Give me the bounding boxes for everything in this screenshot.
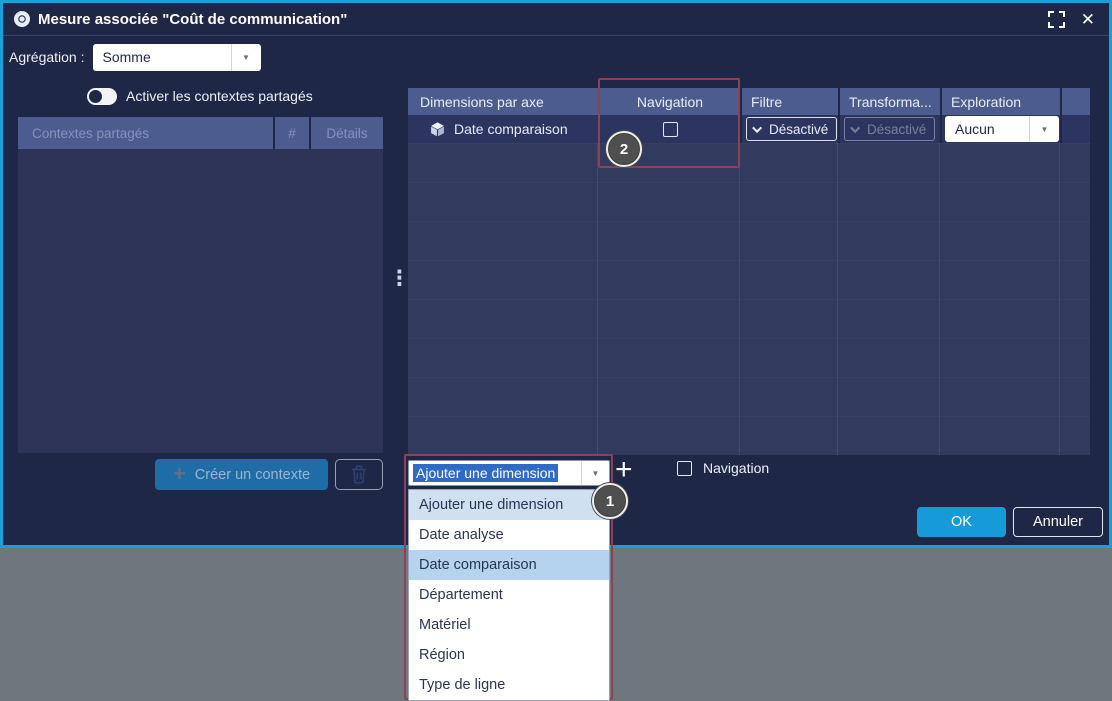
column-divider bbox=[1059, 143, 1060, 455]
dialog-title: Mesure associée "Coût de communication" bbox=[38, 11, 347, 28]
column-divider bbox=[939, 143, 940, 455]
column-header-empty bbox=[1060, 88, 1090, 115]
row-navigation-checkbox[interactable] bbox=[663, 122, 678, 137]
cancel-button[interactable]: Annuler bbox=[1013, 507, 1103, 537]
filtre-cell: Désactivé bbox=[740, 115, 838, 143]
transformation-value: Désactivé bbox=[867, 122, 926, 137]
navigation-option-row: Navigation bbox=[677, 460, 769, 476]
shared-contexts-toggle-row: Activer les contextes partagés bbox=[87, 85, 313, 107]
exploration-value: Aucun bbox=[945, 121, 1029, 137]
chevron-down-icon bbox=[752, 123, 762, 133]
dimension-name-cell: Date comparaison bbox=[408, 115, 598, 143]
app-logo-icon bbox=[13, 10, 31, 28]
annotation-step-1-circle: 1 bbox=[592, 483, 628, 519]
dropdown-option[interactable]: Ajouter une dimension bbox=[409, 490, 609, 520]
plus-icon: + bbox=[173, 463, 186, 485]
column-divider bbox=[739, 143, 740, 455]
dropdown-arrow-icon: ▼ bbox=[1029, 116, 1059, 142]
column-header-exploration: Exploration bbox=[940, 88, 1060, 115]
column-header-count: # bbox=[273, 117, 309, 149]
shared-contexts-toggle[interactable] bbox=[87, 88, 117, 105]
dimension-name: Date comparaison bbox=[454, 121, 568, 137]
empty-cell bbox=[1060, 115, 1090, 143]
dimension-row-date-comparaison[interactable]: Date comparaison Désactivé Désactivé bbox=[408, 115, 1090, 143]
ok-button[interactable]: OK bbox=[917, 507, 1006, 537]
maximize-icon[interactable] bbox=[1048, 11, 1065, 28]
create-context-label: Créer un contexte bbox=[195, 467, 310, 483]
delete-context-button[interactable] bbox=[335, 459, 383, 490]
add-dimension-value: Ajouter une dimension bbox=[413, 464, 558, 482]
create-context-button[interactable]: + Créer un contexte bbox=[155, 459, 328, 490]
column-header-transformation: Transforma... bbox=[838, 88, 940, 115]
navigation-checkbox-label: Navigation bbox=[703, 460, 769, 476]
window-buttons: ✕ bbox=[1048, 3, 1095, 36]
column-header-filtre: Filtre bbox=[740, 88, 838, 115]
add-dimension-button[interactable]: + bbox=[615, 454, 633, 486]
shared-contexts-table: Contextes partagés # Détails bbox=[18, 117, 383, 453]
dropdown-option[interactable]: Matériel bbox=[409, 610, 609, 640]
add-dimension-combobox[interactable]: Ajouter une dimension ▼ bbox=[408, 460, 610, 486]
transformation-dropdown-button: Désactivé bbox=[844, 117, 935, 141]
dimensions-table-body bbox=[408, 143, 1090, 455]
cube-icon bbox=[429, 121, 446, 138]
chevron-down-icon bbox=[850, 123, 860, 133]
dropdown-option[interactable]: Type de ligne bbox=[409, 670, 609, 700]
dropdown-option[interactable]: Département bbox=[409, 580, 609, 610]
column-header-details: Détails bbox=[309, 117, 383, 149]
aggregation-label: Agrégation : bbox=[9, 49, 85, 65]
column-divider bbox=[837, 143, 838, 455]
column-header-navigation: Navigation bbox=[598, 88, 740, 115]
aggregation-value: Somme bbox=[93, 49, 231, 65]
toggle-knob bbox=[89, 90, 102, 103]
dimensions-table-header: Dimensions par axe Navigation Filtre Tra… bbox=[408, 88, 1090, 115]
column-header-dimensions: Dimensions par axe bbox=[408, 88, 598, 115]
panel-drag-handle-icon[interactable]: ⋮ bbox=[389, 268, 410, 289]
navigation-checkbox[interactable] bbox=[677, 461, 692, 476]
transformation-cell: Désactivé bbox=[838, 115, 940, 143]
add-dimension-dropdown-list: Ajouter une dimension Date analyse Date … bbox=[408, 489, 610, 701]
shared-contexts-toggle-label: Activer les contextes partagés bbox=[126, 88, 313, 104]
measure-dialog: Mesure associée "Coût de communication" … bbox=[0, 0, 1112, 548]
column-header-contextes: Contextes partagés bbox=[18, 117, 273, 149]
annotation-step-2-circle: 2 bbox=[606, 131, 642, 167]
aggregation-select[interactable]: Somme ▼ bbox=[93, 44, 261, 71]
dialog-titlebar: Mesure associée "Coût de communication" … bbox=[3, 3, 1109, 36]
plus-icon: + bbox=[615, 453, 633, 486]
exploration-select[interactable]: Aucun ▼ bbox=[945, 116, 1059, 142]
dropdown-arrow-icon[interactable]: ▼ bbox=[581, 461, 609, 485]
column-divider bbox=[597, 143, 598, 455]
close-icon[interactable]: ✕ bbox=[1081, 11, 1095, 28]
exploration-cell: Aucun ▼ bbox=[940, 115, 1060, 143]
dropdown-option[interactable]: Date analyse bbox=[409, 520, 609, 550]
aggregation-row: Agrégation : Somme ▼ bbox=[9, 39, 261, 75]
screen: Mesure associée "Coût de communication" … bbox=[0, 0, 1112, 701]
dimensions-table: Dimensions par axe Navigation Filtre Tra… bbox=[408, 88, 1090, 455]
dropdown-option[interactable]: Date comparaison bbox=[409, 550, 609, 580]
trash-icon bbox=[351, 465, 367, 484]
shared-contexts-table-body bbox=[18, 149, 383, 453]
dropdown-option[interactable]: Région bbox=[409, 640, 609, 670]
shared-contexts-table-header: Contextes partagés # Détails bbox=[18, 117, 383, 149]
dropdown-arrow-icon: ▼ bbox=[231, 44, 261, 71]
filtre-value: Désactivé bbox=[769, 122, 828, 137]
filtre-dropdown-button[interactable]: Désactivé bbox=[746, 117, 837, 141]
